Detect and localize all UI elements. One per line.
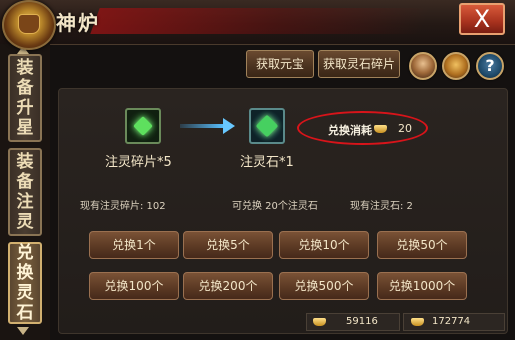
current-shards-info: 现有注灵碎片: 102 — [80, 201, 166, 212]
exchange-100-button[interactable]: 兑换100个 — [89, 272, 179, 300]
avatar-icon[interactable] — [409, 52, 437, 80]
exchange-5-button[interactable]: 兑换5个 — [183, 231, 273, 259]
output-item-label: 注灵石*1 — [240, 155, 294, 170]
exchange-1000-button[interactable]: 兑换1000个 — [377, 272, 467, 300]
tab-equip-upgrade-star[interactable]: 装 备 升 星 — [8, 54, 42, 142]
arrow-right-icon — [180, 118, 236, 134]
tab-label-char: 换 — [16, 263, 34, 283]
exchange-50-button[interactable]: 兑换50个 — [377, 231, 467, 259]
tab-label-char: 注 — [16, 192, 34, 212]
tab-label-char: 灵 — [16, 212, 34, 232]
get-yuanbao-button[interactable]: 获取元宝 — [246, 50, 314, 78]
cost-value: 20 — [398, 122, 412, 135]
tab-label-char: 装 — [16, 152, 34, 172]
input-item-label: 注灵碎片*5 — [105, 155, 172, 170]
tab-label-char: 兑 — [16, 243, 34, 263]
sidebar: 装 备 升 星 装 备 注 灵 兑 换 灵 石 — [0, 44, 50, 340]
help-icon[interactable]: ? — [476, 52, 504, 80]
stone-gem-icon — [255, 114, 279, 138]
tab-label-char: 备 — [16, 78, 34, 98]
get-shard-button[interactable]: 获取灵石碎片 — [318, 50, 400, 78]
can-exchange-info: 可兑换 20个注灵石 — [232, 201, 318, 212]
shard-gem-icon — [133, 116, 153, 136]
tab-label-char: 星 — [16, 118, 34, 138]
ingot-icon — [374, 125, 387, 133]
page-title: 神炉 — [56, 11, 100, 35]
stone-item-slot[interactable] — [249, 108, 285, 144]
tab-label-char: 灵 — [16, 283, 34, 303]
close-button[interactable]: X — [459, 3, 505, 35]
tab-label-char: 升 — [16, 98, 34, 118]
tab-exchange-stone[interactable]: 兑 换 灵 石 — [8, 242, 42, 324]
tab-label-char: 装 — [16, 58, 34, 78]
tab-label-char: 石 — [16, 303, 34, 323]
shard-item-slot[interactable] — [125, 108, 161, 144]
scroll-down-icon[interactable] — [17, 327, 29, 335]
silver-ingot-icon — [313, 318, 326, 326]
furnace-emblem-icon — [2, 0, 56, 50]
exchange-10-button[interactable]: 兑换10个 — [279, 231, 369, 259]
exchange-200-button[interactable]: 兑换200个 — [183, 272, 273, 300]
current-stones-info: 现有注灵石: 2 — [350, 201, 413, 212]
gold-amount: 172774 — [432, 316, 471, 327]
exchange-1-button[interactable]: 兑换1个 — [89, 231, 179, 259]
exchange-500-button[interactable]: 兑换500个 — [279, 272, 369, 300]
silver-amount: 59116 — [346, 316, 378, 327]
tab-label-char: 备 — [16, 172, 34, 192]
cost-label: 兑换消耗 — [328, 124, 372, 137]
tab-equip-infuse[interactable]: 装 备 注 灵 — [8, 148, 42, 236]
gold-ingot-icon — [411, 318, 424, 326]
treasure-bowl-icon[interactable] — [442, 52, 470, 80]
